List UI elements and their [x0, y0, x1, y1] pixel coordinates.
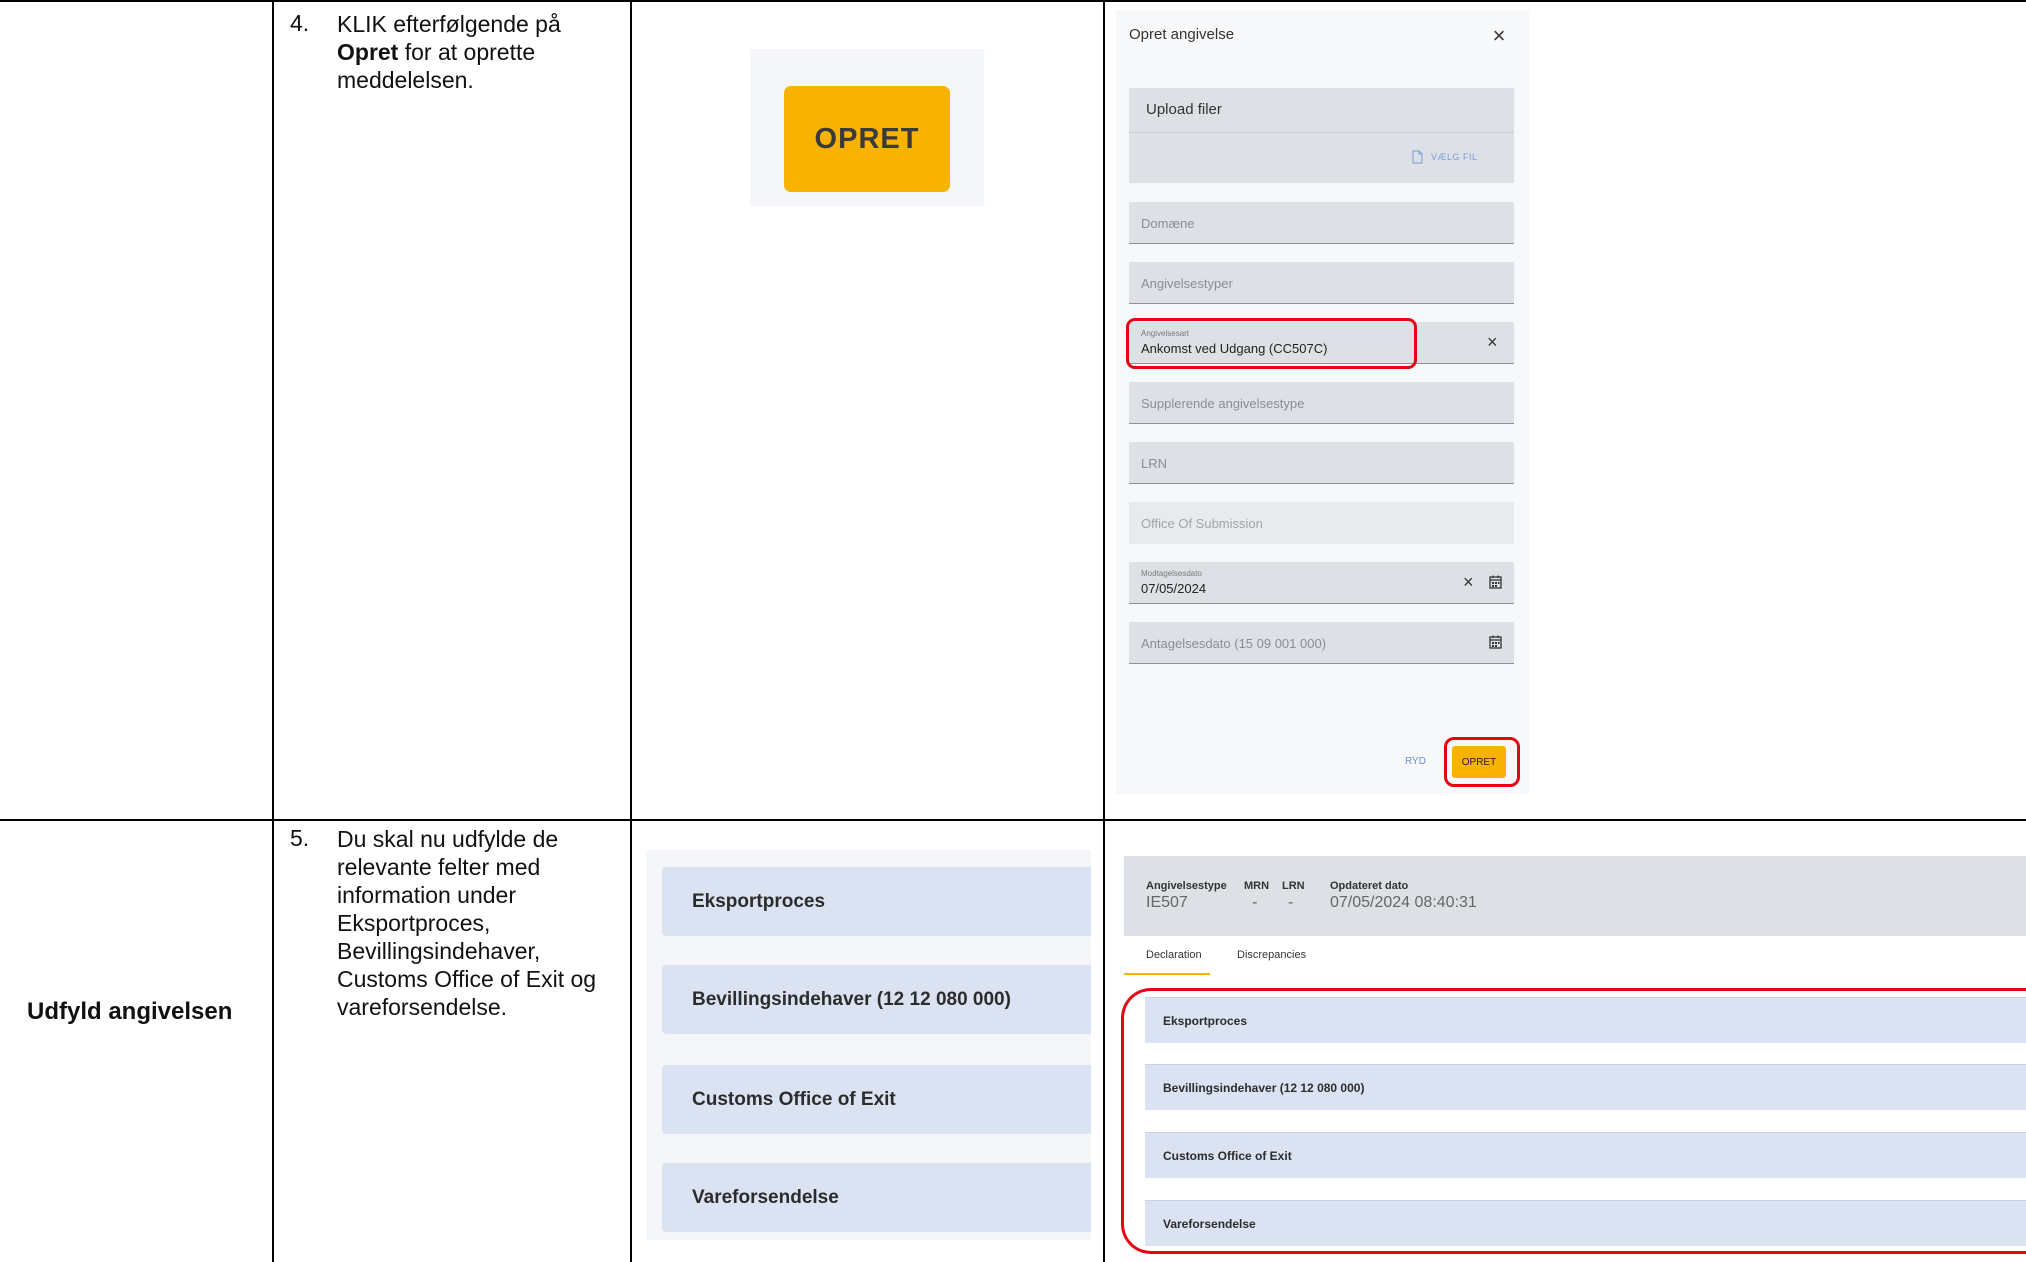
- lrn-field[interactable]: LRN: [1129, 442, 1514, 484]
- lrn-value: -: [1288, 894, 1294, 911]
- supplementary-type-field[interactable]: Supplerende angivelsestype: [1129, 382, 1514, 424]
- receipt-date-field[interactable]: Modtagelsesdato 07/05/2024 ×: [1129, 562, 1514, 604]
- declaration-header: Angivelsestype IE507 MRN - LRN - Opdater…: [1124, 856, 2026, 936]
- receipt-date-label: Modtagelsesdato: [1141, 569, 1202, 578]
- step-instruction: Du skal nu udfylde de relevante felter m…: [337, 825, 627, 1021]
- updated-label: Opdateret dato: [1330, 880, 1409, 892]
- domain-field[interactable]: Domæne: [1129, 202, 1514, 244]
- section-customs-office-of-exit[interactable]: Customs Office of Exit: [662, 1065, 1091, 1134]
- upload-divider: [1129, 132, 1514, 133]
- upload-files-panel: Upload filer VÆLG FIL: [1129, 88, 1514, 183]
- type-value: IE507: [1146, 894, 1188, 911]
- step-text-line: KLIK efterfølgende på: [337, 11, 561, 37]
- calendar-icon[interactable]: [1489, 635, 1502, 649]
- clear-button[interactable]: RYD: [1405, 756, 1426, 767]
- clear-icon[interactable]: ×: [1487, 332, 1498, 353]
- lrn-placeholder: LRN: [1141, 456, 1168, 471]
- type-label: Angivelsestype: [1146, 880, 1227, 892]
- table-col-divider-1: [272, 0, 274, 1262]
- step-number: 5.: [290, 825, 310, 851]
- step-text-line: for at oprette: [404, 39, 536, 65]
- table-col-divider-3: [1103, 0, 1105, 1262]
- upload-label: Upload filer: [1146, 101, 1222, 118]
- choose-file-label: VÆLG FIL: [1431, 152, 1478, 162]
- updated-value: 07/05/2024 08:40:31: [1330, 894, 1477, 911]
- mrn-value: -: [1252, 894, 1258, 911]
- close-icon[interactable]: ×: [1487, 25, 1511, 49]
- step-text-line: information under: [337, 882, 516, 908]
- section-vareforsendelse[interactable]: Vareforsendelse: [662, 1163, 1091, 1232]
- opret-illustration: OPRET: [750, 49, 984, 206]
- table-top-border: [0, 0, 2026, 2]
- table-col-divider-2: [630, 0, 632, 1262]
- tab-discrepancies[interactable]: Discrepancies: [1237, 949, 1306, 961]
- step-text-line: Customs Office of Exit og: [337, 966, 597, 992]
- dialog-title: Opret angivelse: [1129, 26, 1235, 43]
- file-icon: [1412, 150, 1423, 164]
- step-text-line: meddelelsen.: [337, 67, 474, 93]
- highlight-create-button: [1444, 737, 1520, 787]
- table-row-divider: [0, 819, 2026, 821]
- highlight-sections: [1121, 988, 2026, 1254]
- lrn-label: LRN: [1282, 880, 1305, 892]
- receipt-date-value: 07/05/2024: [1141, 581, 1207, 596]
- domain-placeholder: Domæne: [1141, 216, 1195, 231]
- highlight-declaration-art: [1126, 318, 1417, 369]
- step-text-line: Du skal nu udfylde de: [337, 826, 559, 852]
- active-tab-indicator: [1124, 973, 1210, 975]
- office-of-submission-placeholder: Office Of Submission: [1141, 516, 1263, 531]
- mrn-label: MRN: [1244, 880, 1270, 892]
- create-declaration-dialog: Opret angivelse × Upload filer VÆLG FIL …: [1116, 10, 1529, 794]
- step-text-line: vareforsendelse.: [337, 994, 508, 1020]
- sections-illustration: Eksportproces Bevillingsindehaver (12 12…: [646, 850, 1091, 1240]
- section-title: Udfyld angivelsen: [27, 998, 233, 1025]
- office-of-submission-field: Office Of Submission: [1129, 502, 1514, 544]
- step-text-line: Eksportproces,: [337, 910, 491, 936]
- step-text-line: Bevillingsindehaver,: [337, 938, 541, 964]
- calendar-icon[interactable]: [1489, 575, 1502, 589]
- step-number: 4.: [290, 10, 310, 36]
- section-eksportproces[interactable]: Eksportproces: [662, 867, 1091, 936]
- choose-file-button[interactable]: VÆLG FIL: [1412, 150, 1478, 164]
- acceptance-date-field[interactable]: Antagelsesdato (15 09 001 000): [1129, 622, 1514, 664]
- step-instruction: KLIK efterfølgende på Opret for at opret…: [337, 10, 622, 94]
- clear-icon[interactable]: ×: [1463, 572, 1474, 593]
- step-text-line: relevante felter med: [337, 854, 541, 880]
- declaration-types-placeholder: Angivelsestyper: [1141, 276, 1233, 291]
- tab-declaration[interactable]: Declaration: [1146, 949, 1202, 961]
- supplementary-type-placeholder: Supplerende angivelsestype: [1141, 396, 1305, 411]
- acceptance-date-placeholder: Antagelsesdato (15 09 001 000): [1141, 636, 1327, 651]
- step-text-bold: Opret: [337, 39, 399, 65]
- section-bevillingsindehaver[interactable]: Bevillingsindehaver (12 12 080 000): [662, 965, 1091, 1034]
- declaration-types-field[interactable]: Angivelsestyper: [1129, 262, 1514, 304]
- opret-big-button[interactable]: OPRET: [784, 86, 950, 192]
